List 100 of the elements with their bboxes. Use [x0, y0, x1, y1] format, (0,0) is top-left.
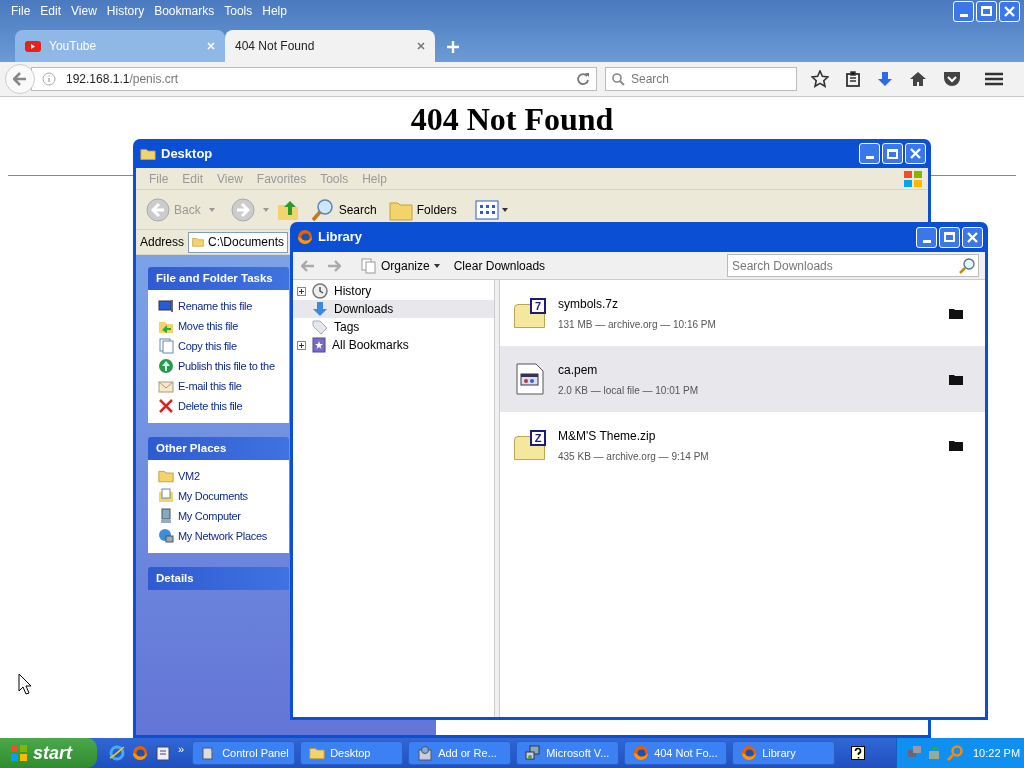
- minimize-button[interactable]: [859, 143, 880, 164]
- pocket-icon[interactable]: [943, 71, 961, 87]
- close-button[interactable]: [962, 226, 983, 248]
- close-button[interactable]: [905, 143, 926, 164]
- play-icon: [25, 40, 41, 52]
- task-link[interactable]: Move this file: [178, 317, 238, 335]
- search-button[interactable]: Search: [306, 197, 381, 222]
- task-link[interactable]: E-mail this file: [178, 377, 242, 395]
- start-button[interactable]: start: [0, 738, 97, 768]
- close-icon: [207, 42, 215, 50]
- back-button[interactable]: [5, 64, 35, 94]
- file-details: 2.0 KB — local file — 10:01 PM: [558, 383, 700, 398]
- menu-item[interactable]: Tools: [219, 2, 258, 20]
- grid-icon: [474, 199, 499, 220]
- folder-up-icon[interactable]: [276, 198, 299, 221]
- documents-icon: [158, 488, 174, 504]
- firefox-icon: [633, 745, 650, 761]
- menu-item[interactable]: View: [66, 2, 102, 20]
- task-link[interactable]: My Network Places: [178, 527, 268, 545]
- task-link[interactable]: Delete this file: [178, 397, 243, 415]
- browser-tab[interactable]: 404 Not Found: [225, 30, 435, 62]
- panel-header[interactable]: File and Folder Tasks: [148, 267, 289, 290]
- tree-item[interactable]: Downloads: [293, 300, 494, 318]
- taskbar-button[interactable]: Microsoft V...: [516, 741, 620, 765]
- caret-icon: [208, 207, 215, 212]
- folder-icon: [158, 469, 174, 483]
- download-row[interactable]: ca.pem 2.0 KB — local file — 10:01 PM: [500, 346, 985, 412]
- menu-item[interactable]: Bookmarks: [149, 2, 220, 20]
- folder-icon[interactable]: [949, 439, 963, 451]
- address-field[interactable]: C:\Documents: [188, 231, 289, 253]
- clipboard-icon[interactable]: [845, 71, 861, 87]
- expand-icon[interactable]: [297, 340, 306, 350]
- reload-icon[interactable]: [576, 72, 590, 86]
- search-field[interactable]: Search: [605, 67, 797, 91]
- bookmark-book-icon: [312, 337, 326, 353]
- clock-icon: [312, 283, 328, 299]
- archive-badge: 7: [530, 298, 546, 314]
- restore-icon: [981, 6, 992, 16]
- download-row[interactable]: 7 symbols.7z 131 MB — archive.org — 10:16 PM: [500, 280, 985, 346]
- menu-item[interactable]: History: [101, 2, 150, 20]
- menu-icon[interactable]: [985, 72, 1003, 86]
- file-name: ca.pem: [558, 361, 599, 379]
- taskbar-button[interactable]: Library: [732, 741, 836, 765]
- plus-icon[interactable]: [447, 41, 459, 53]
- minimize-icon: [959, 13, 968, 17]
- maximize-button[interactable]: [939, 226, 960, 248]
- folder-icon[interactable]: [949, 373, 963, 385]
- clear-downloads-button[interactable]: Clear Downloads: [453, 256, 546, 275]
- menu-item[interactable]: Edit: [35, 2, 67, 20]
- folders-button[interactable]: Folders: [384, 198, 461, 221]
- panel-header[interactable]: Details: [148, 567, 289, 590]
- download-icon[interactable]: [877, 71, 893, 87]
- download-arrow-icon: [312, 301, 328, 317]
- network-icon: [158, 528, 174, 544]
- task-link[interactable]: My Documents: [178, 487, 248, 505]
- restore-button[interactable]: [976, 0, 997, 22]
- home-icon[interactable]: [909, 71, 927, 87]
- close-button[interactable]: [999, 0, 1020, 22]
- file-details: 435 KB — archive.org — 9:14 PM: [558, 449, 710, 464]
- taskbar-button[interactable]: 404 Not Fo...: [624, 741, 728, 765]
- menu-item[interactable]: Help: [257, 2, 292, 20]
- taskbar-button[interactable]: Desktop: [300, 741, 404, 765]
- windows-logo-icon: [10, 744, 28, 762]
- certificate-file-icon: [516, 363, 544, 395]
- task-link[interactable]: VM2: [178, 467, 200, 485]
- taskbar-button[interactable]: Control Panel: [192, 741, 296, 765]
- expand-icon[interactable]: [297, 286, 306, 296]
- task-link[interactable]: Copy this file: [178, 337, 237, 355]
- caret-icon: [433, 263, 440, 268]
- taskbar-button[interactable]: Add or Re...: [408, 741, 512, 765]
- windows-logo-icon: [902, 168, 924, 189]
- tree-item[interactable]: All Bookmarks: [293, 336, 494, 354]
- minimize-button[interactable]: [953, 0, 974, 22]
- minimize-icon: [865, 156, 874, 159]
- minimize-button[interactable]: [916, 226, 937, 248]
- task-link[interactable]: Rename this file: [178, 297, 253, 315]
- more-chevron[interactable]: »: [178, 740, 185, 758]
- back-arrow-icon: [13, 72, 27, 86]
- tree-item[interactable]: History: [293, 282, 494, 300]
- firefox-icon: [741, 745, 758, 761]
- maximize-icon: [944, 232, 955, 242]
- folder-icon[interactable]: [949, 307, 963, 319]
- document-edit-icon[interactable]: [155, 745, 171, 761]
- help-icon[interactable]: [851, 745, 866, 761]
- download-row[interactable]: Z M&M'S Theme.zip 435 KB — archive.org — 9:14 PM: [500, 412, 985, 478]
- maximize-button[interactable]: [882, 143, 903, 164]
- folder-icon: [140, 146, 156, 161]
- panel-header[interactable]: Other Places: [148, 437, 289, 460]
- url-field[interactable]: 192.168.1.1/penis.crt: [31, 67, 597, 91]
- task-link[interactable]: My Computer: [178, 507, 241, 525]
- menu-item[interactable]: File: [6, 2, 36, 20]
- install-icon: [417, 745, 434, 761]
- search-downloads-field[interactable]: Search Downloads: [727, 254, 979, 277]
- star-icon[interactable]: [811, 70, 829, 88]
- browser-e-icon[interactable]: [109, 745, 125, 761]
- tree-item[interactable]: Tags: [293, 318, 494, 336]
- views-button[interactable]: [474, 199, 508, 220]
- organize-button[interactable]: Organize: [361, 256, 440, 275]
- task-link[interactable]: Publish this file to the: [178, 357, 275, 375]
- close-icon: [1003, 4, 1016, 18]
